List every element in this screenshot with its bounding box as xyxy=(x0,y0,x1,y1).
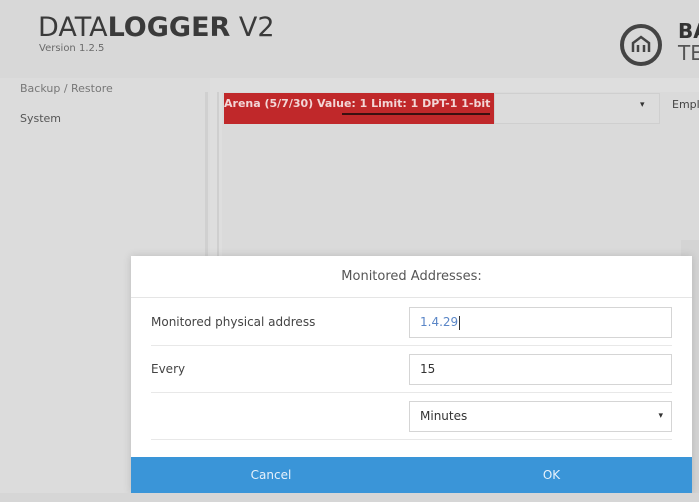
alarm-text: Arena (5/7/30) Value: 1 Limit: 1 DPT-1 1… xyxy=(224,97,491,110)
physical-address-label: Monitored physical address xyxy=(151,315,316,329)
brand-line1: BA xyxy=(678,19,699,43)
sidebar-item-backup-restore[interactable]: Backup / Restore xyxy=(20,82,113,95)
every-label: Every xyxy=(151,362,186,376)
text-cursor xyxy=(459,315,461,330)
app-version: Version 1.2.5 xyxy=(39,43,105,54)
brand-text: BATE xyxy=(678,20,699,64)
unit-row: Minutes ▾ xyxy=(151,400,672,440)
app-header: DATALOGGER V2 Version 1.2.5 BATE xyxy=(0,0,699,78)
every-input[interactable]: 15 xyxy=(409,354,672,385)
dialog-title: Monitored Addresses: xyxy=(131,256,692,298)
brand-line2: TE xyxy=(678,41,699,65)
page-bottom-edge xyxy=(0,493,699,502)
unit-select-value: Minutes xyxy=(420,409,468,423)
chevron-down-icon: ▾ xyxy=(640,100,645,110)
every-row: Every 15 xyxy=(151,353,672,393)
app-title-bold: LOGGER xyxy=(107,12,231,43)
app-title: DATALOGGER V2 xyxy=(38,12,275,43)
background-select-label: Empl xyxy=(672,98,699,111)
physical-address-row: Monitored physical address 1.4.29 xyxy=(151,306,672,346)
sidebar-item-system[interactable]: System xyxy=(20,112,61,125)
physical-address-value: 1.4.29 xyxy=(420,315,459,329)
dialog-footer: Cancel OK xyxy=(131,457,692,493)
alarm-underline xyxy=(342,113,490,115)
ok-button[interactable]: OK xyxy=(411,457,692,493)
unit-select[interactable]: Minutes ▾ xyxy=(409,401,672,432)
physical-address-input[interactable]: 1.4.29 xyxy=(409,307,672,338)
cancel-button[interactable]: Cancel xyxy=(131,457,411,493)
background-select[interactable] xyxy=(494,93,660,124)
house-icon xyxy=(631,35,651,52)
app-title-light: DATA xyxy=(38,12,108,43)
app-title-suffix: V2 xyxy=(230,12,275,43)
chevron-down-icon: ▾ xyxy=(658,411,663,421)
brand-logo-icon xyxy=(620,24,662,66)
monitored-addresses-dialog: Monitored Addresses: Monitored physical … xyxy=(131,256,692,493)
